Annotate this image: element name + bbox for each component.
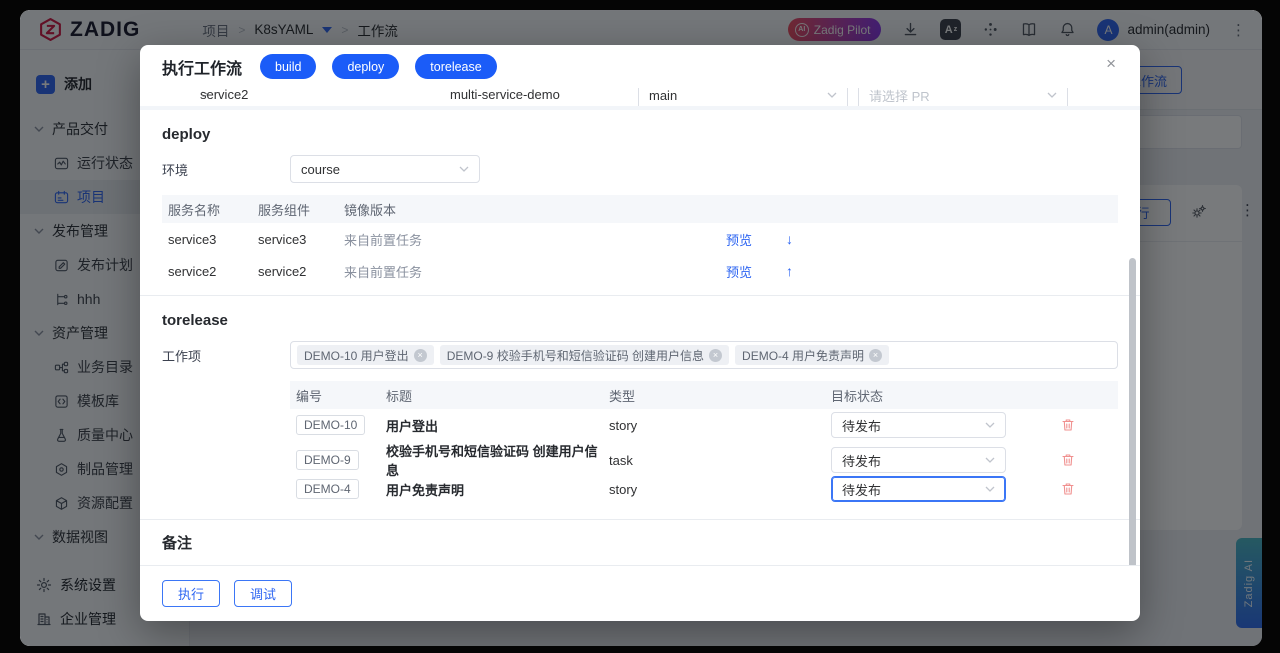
workitem-tag: DEMO-4 用户免责声明 × [735,345,889,365]
col-type: 类型 [609,386,831,405]
modal-footer: 执行 调试 [140,565,1140,621]
run-button[interactable]: 执行 [162,580,220,607]
workitem-code-badge: DEMO-4 [296,479,359,499]
tag-remove-icon[interactable]: × [709,349,722,362]
service-component: service3 [258,232,344,247]
deploy-table-row: service3 service3 来自前置任务 预览 ↓ [162,223,1118,255]
target-status-select[interactable]: 待发布 [831,447,1006,473]
workitem-row: DEMO-9 校验手机号和短信验证码 创建用户信息 task 待发布 [290,441,1118,473]
col-target-status: 目标状态 [831,386,1061,405]
branch-input[interactable]: main [638,88,848,110]
modal-header: 执行工作流 build deploy torelease × [140,45,1140,88]
tag-remove-icon[interactable]: × [869,349,882,362]
chevron-down-icon [985,486,995,492]
deploy-table-row: service2 service2 来自前置任务 预览 ↑ [162,255,1118,287]
preview-link[interactable]: 预览 [726,230,786,249]
workitem-tag: DEMO-9 校验手机号和短信验证码 创建用户信息 × [440,345,729,365]
chevron-down-icon [827,92,837,98]
col-image-version: 镜像版本 [344,200,726,219]
env-value: course [301,162,340,177]
env-label: 环境 [162,160,290,179]
run-workflow-modal: 执行工作流 build deploy torelease × > service… [140,45,1140,621]
workitem-type: story [609,482,831,497]
workitem-type: story [609,418,831,433]
image-source: 来自前置任务 [344,230,726,249]
workitems-multiselect[interactable]: DEMO-10 用户登出 × DEMO-9 校验手机号和短信验证码 创建用户信息… [290,341,1118,369]
workitem-code-badge: DEMO-9 [296,450,359,470]
app-window: ZADIG 项目 > K8sYAML > 工作流 AI Zadig Pilot [20,10,1262,646]
workitem-row: DEMO-10 用户登出 story 待发布 [290,409,1118,441]
notes-section-heading: 备注 [162,532,1118,553]
stage-pill-deploy[interactable]: deploy [332,54,399,79]
target-status-select[interactable]: 待发布 [831,412,1006,438]
move-up-icon[interactable]: ↑ [786,263,828,279]
divider [140,519,1140,520]
repo-name: multi-service-demo [450,88,560,102]
target-status-select[interactable]: 待发布 [831,476,1006,502]
status-value: 待发布 [842,416,881,435]
divider [140,295,1140,296]
chevron-down-icon [1047,92,1057,98]
workitem-type: task [609,453,831,468]
col-service-component: 服务组件 [258,200,344,219]
tag-label: DEMO-9 校验手机号和短信验证码 创建用户信息 [447,347,704,364]
service-name: service2 [168,264,258,279]
delete-trash-icon[interactable] [1061,453,1075,467]
modal-scrollbar[interactable] [1129,258,1136,565]
col-code: 编号 [296,386,386,405]
debug-button[interactable]: 调试 [234,580,292,607]
status-value: 待发布 [842,451,881,470]
env-select[interactable]: course [290,155,480,183]
workitems-label: 工作项 [162,346,290,365]
workitem-code-badge: DEMO-10 [296,415,365,435]
col-service-name: 服务名称 [168,200,258,219]
chevron-down-icon [459,166,469,172]
workitem-title: 用户免责声明 [386,480,609,499]
workitem-title: 校验手机号和短信验证码 创建用户信息 [386,441,609,479]
chevron-down-icon [985,457,995,463]
service-name: service3 [168,232,258,247]
service-component: service2 [258,264,344,279]
status-value: 待发布 [842,480,881,499]
branch-value: main [649,88,677,103]
tag-label: DEMO-4 用户免责声明 [742,347,864,364]
stage-pill-build[interactable]: build [260,54,316,79]
workitems-form-row: 工作项 DEMO-10 用户登出 × DEMO-9 校验手机号和短信验证码 创建… [162,341,1118,369]
pr-placeholder: 请选择 PR [869,88,930,105]
env-form-row: 环境 course [162,155,1118,183]
tag-label: DEMO-10 用户登出 [304,347,409,364]
workitem-tag: DEMO-10 用户登出 × [297,345,434,365]
col-title: 标题 [386,386,609,405]
deploy-section-heading: deploy [162,126,1118,143]
move-down-icon[interactable]: ↓ [786,231,828,247]
screen: ZADIG 项目 > K8sYAML > 工作流 AI Zadig Pilot [0,0,1280,653]
build-service-row-clipped: > service2 multi-service-demo main 请选择 P… [140,88,1140,110]
chevron-down-icon [985,422,995,428]
delete-trash-icon[interactable] [1061,482,1075,496]
deploy-services-table: 服务名称 服务组件 镜像版本 service3 service3 来自前置任务 … [162,195,1118,287]
tag-remove-icon[interactable]: × [414,349,427,362]
modal-body: > service2 multi-service-demo main 请选择 P… [140,88,1140,565]
modal-title: 执行工作流 [162,55,242,79]
workitems-table-header: 编号 标题 类型 目标状态 [290,381,1118,409]
stage-pill-torelease[interactable]: torelease [415,54,496,79]
deploy-table-header: 服务名称 服务组件 镜像版本 [162,195,1118,223]
delete-trash-icon[interactable] [1061,418,1075,432]
torelease-section-heading: torelease [162,312,1118,329]
workitems-table: 编号 标题 类型 目标状态 DEMO-10 用户登出 story 待发布 [290,381,1118,505]
workitem-title: 用户登出 [386,416,609,435]
image-source: 来自前置任务 [344,262,726,281]
pr-select[interactable]: 请选择 PR [858,88,1068,110]
preview-link[interactable]: 预览 [726,262,786,281]
close-icon[interactable]: × [1106,55,1116,72]
service-name: service2 [200,88,248,102]
